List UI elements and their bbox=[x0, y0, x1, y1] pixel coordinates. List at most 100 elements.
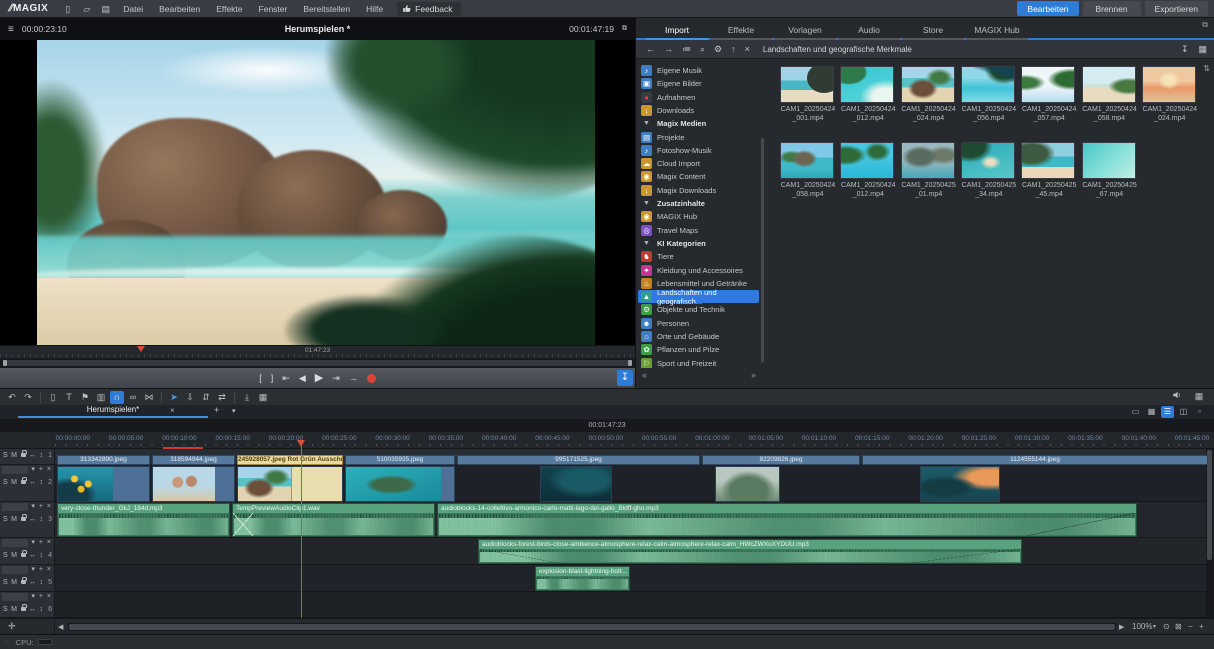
mode-button-bearbeiten[interactable]: Bearbeiten bbox=[1017, 1, 1078, 16]
tree-scroll-left-icon[interactable]: « bbox=[642, 370, 647, 380]
range-play-button[interactable]: ⇥ bbox=[332, 373, 340, 383]
sidebar-item-magix-content[interactable]: ◉Magix Content bbox=[638, 170, 759, 183]
mute-button[interactable]: M bbox=[11, 552, 17, 559]
solo-button[interactable]: S bbox=[3, 606, 8, 613]
scrub-playhead-marker[interactable] bbox=[137, 346, 145, 352]
mute-button[interactable]: M bbox=[11, 516, 17, 523]
forward-icon[interactable]: → bbox=[664, 44, 673, 54]
timeline-horizontal-scrollbar[interactable] bbox=[68, 623, 1116, 631]
audio-clip[interactable]: audioblocks-14-collettivo-armonico-carlo… bbox=[437, 503, 1137, 537]
search-icon[interactable]: ⌕ bbox=[700, 44, 705, 55]
media-thumbnail[interactable]: CAM1_20250425_45.mp4 bbox=[1021, 142, 1077, 200]
clip-name-bar[interactable]: 510035935.jpeg bbox=[345, 455, 455, 465]
tab-audio[interactable]: Audio bbox=[838, 22, 900, 40]
tab-vorlagen[interactable]: Vorlagen bbox=[774, 22, 836, 40]
undo-icon[interactable]: ↶ bbox=[5, 391, 19, 404]
fade-icon[interactable]: ⤓ bbox=[240, 391, 254, 404]
sidebar-item-magix-hub[interactable]: ◉MAGIX Hub bbox=[638, 210, 759, 223]
marker-icon[interactable]: ⚑ bbox=[78, 391, 92, 404]
media-thumbnail[interactable]: CAM1_20250424_057.mp4 bbox=[1021, 66, 1077, 124]
feedback-button[interactable]: Feedback bbox=[397, 2, 460, 16]
menu-fenster[interactable]: Fenster bbox=[251, 2, 296, 16]
view-list-icon[interactable]: ☰ bbox=[1161, 406, 1174, 418]
solo-button[interactable]: S bbox=[3, 516, 8, 523]
tree-scroll-right-icon[interactable]: » bbox=[751, 370, 756, 380]
import-icon[interactable]: ↧ bbox=[1181, 44, 1189, 55]
project-tab-dropdown-icon[interactable]: ▾ bbox=[232, 407, 236, 415]
save-icon[interactable]: ▤ bbox=[99, 3, 112, 15]
redo-icon[interactable]: ↷ bbox=[21, 391, 35, 404]
sidebar-item-eigene-musik[interactable]: ♪Eigene Musik bbox=[638, 64, 759, 77]
media-thumbnail[interactable]: CAM1_20250424_056.mp4 bbox=[961, 66, 1017, 124]
zoom-level[interactable]: 100% bbox=[1132, 622, 1152, 631]
jump-start-button[interactable]: ⇤ bbox=[282, 373, 290, 383]
menu-effekte[interactable]: Effekte bbox=[208, 2, 250, 16]
preview-scrub-bar[interactable]: 01:47:23 bbox=[0, 345, 635, 358]
tree-scrollbar[interactable] bbox=[761, 138, 764, 363]
resize-h-icon[interactable]: ↔ bbox=[29, 552, 36, 559]
clip-name-bar[interactable]: 318594944.jpeg bbox=[152, 455, 235, 465]
image-clip[interactable] bbox=[920, 466, 1000, 502]
clip-name-bar[interactable]: 313342890.jpeg bbox=[57, 455, 150, 465]
view-screen-icon[interactable]: ▭ bbox=[1129, 406, 1142, 418]
zoom-fit-icon[interactable]: ⊙ bbox=[1163, 622, 1170, 631]
arrange-import-button[interactable]: ↧ bbox=[617, 370, 633, 386]
tab-effekte[interactable]: Effekte bbox=[710, 22, 772, 40]
project-tab-close-icon[interactable]: × bbox=[170, 406, 175, 415]
audio-clip[interactable]: audioblocks-forest-birds-close-ambience-… bbox=[478, 539, 1022, 564]
tree-view-icon[interactable]: ≔ bbox=[682, 44, 691, 55]
add-track-icon[interactable]: ✛ bbox=[8, 621, 16, 632]
media-thumbnail[interactable]: CAM1_20250424_012.mp4 bbox=[840, 66, 896, 124]
mark-out-button[interactable]: ] bbox=[271, 373, 274, 383]
image-clip[interactable] bbox=[57, 466, 150, 502]
fade-out-handle[interactable] bbox=[1026, 513, 1136, 536]
speaker-icon[interactable] bbox=[1170, 390, 1184, 404]
clip-name-bar[interactable]: 995171525.jpeg bbox=[457, 455, 700, 465]
playhead-handle[interactable] bbox=[297, 440, 305, 447]
sidebar-item-projekte[interactable]: ▤Projekte bbox=[638, 131, 759, 144]
media-thumbnail[interactable]: CAM1_20250425_01.mp4 bbox=[901, 142, 957, 200]
zoom-out-icon[interactable]: − bbox=[1188, 622, 1193, 631]
keyframe-icon[interactable]: ▦ bbox=[256, 391, 270, 404]
track-name-field[interactable] bbox=[2, 566, 28, 574]
clip-name-bar[interactable]: 245928057.jpeg Rot Grün Ausschnitt We... bbox=[237, 455, 343, 465]
mute-button[interactable]: M bbox=[11, 606, 17, 613]
project-tab[interactable]: Herumspielen* bbox=[18, 405, 208, 418]
resize-v-icon[interactable]: ↕ bbox=[40, 579, 44, 586]
image-clip[interactable] bbox=[237, 466, 343, 502]
tab-import[interactable]: Import bbox=[646, 22, 708, 40]
lock-icon[interactable] bbox=[21, 607, 26, 611]
mute-button[interactable]: M bbox=[11, 452, 17, 459]
solo-button[interactable]: S bbox=[3, 579, 8, 586]
range-start-handle[interactable] bbox=[3, 360, 7, 366]
media-thumbnail[interactable]: CAM1_20250424_058.mp4 bbox=[780, 142, 836, 200]
record-button[interactable] bbox=[367, 374, 376, 383]
menu-datei[interactable]: Datei bbox=[115, 2, 151, 16]
sidebar-item-kleidung-und-accessoires[interactable]: ✦Kleidung und Accessoires bbox=[638, 264, 759, 277]
track-field-buttons[interactable]: ▾ + × bbox=[31, 502, 52, 510]
collapse-icon[interactable]: ▼ bbox=[641, 240, 652, 247]
settings-gear-icon[interactable]: ⚙ bbox=[714, 44, 722, 55]
resize-h-icon[interactable]: ↔ bbox=[29, 479, 36, 486]
new-file-icon[interactable]: ▯ bbox=[61, 3, 74, 15]
mute-button[interactable]: M bbox=[11, 579, 17, 586]
media-thumbnail[interactable]: CAM1_20250424_024.mp4 bbox=[901, 66, 957, 124]
jump-end-button[interactable]: → bbox=[349, 373, 358, 383]
sidebar-item-pflanzen-und-pilze[interactable]: ✿Pflanzen und Pilze bbox=[638, 343, 759, 356]
track-5-lane[interactable] bbox=[55, 565, 1208, 592]
sidebar-item-cloud-import[interactable]: ☁Cloud Import bbox=[638, 157, 759, 170]
arrange-icon[interactable]: ⇄ bbox=[215, 391, 229, 404]
video-preview[interactable] bbox=[0, 40, 635, 345]
resize-h-icon[interactable]: ↔ bbox=[29, 579, 36, 586]
fade-out-handle[interactable] bbox=[911, 549, 1021, 563]
clear-icon[interactable]: × bbox=[745, 44, 750, 54]
track-field-buttons[interactable]: ▾ + × bbox=[31, 465, 52, 473]
resize-v-icon[interactable]: ↕ bbox=[40, 452, 44, 459]
view-tiles-icon[interactable]: ▦ bbox=[1145, 406, 1158, 418]
sidebar-item-magix-medien[interactable]: ▼Magix Medien bbox=[638, 117, 759, 130]
menu-bereitstellen[interactable]: Bereitstellen bbox=[295, 2, 358, 16]
sidebar-item-personen[interactable]: ☻Personen bbox=[638, 317, 759, 330]
open-folder-icon[interactable]: ▱ bbox=[80, 3, 93, 15]
back-icon[interactable]: ← bbox=[646, 44, 655, 54]
media-thumbnail[interactable]: CAM1_20250425_34.mp4 bbox=[961, 142, 1017, 200]
